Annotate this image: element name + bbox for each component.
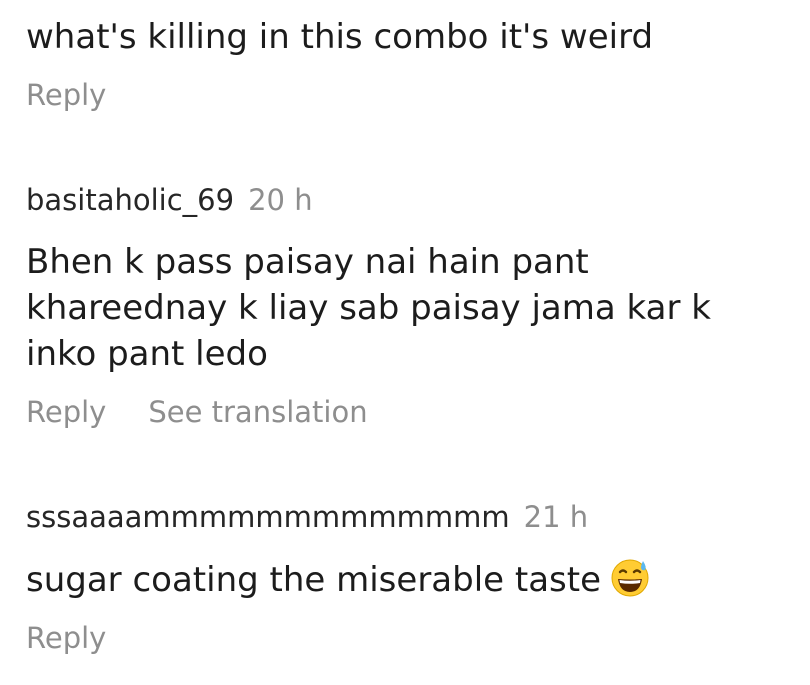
comment-timestamp: 20 h	[248, 183, 313, 217]
comment-text-line: inko pant ledo	[26, 334, 268, 374]
comment-username[interactable]: basitaholic_69	[26, 183, 234, 217]
comment-timestamp: 21 h	[523, 500, 589, 534]
comment-text: what's killing in this combo it's weird	[26, 17, 654, 57]
comment-item: what's killing in this combo it's weird …	[26, 14, 790, 113]
comment-text: sugar coating the miserable taste	[26, 556, 790, 603]
comment-actions: Reply	[26, 620, 790, 656]
comment-actions: Reply See translation	[26, 394, 790, 430]
reply-button[interactable]: Reply	[26, 620, 106, 656]
comment-username[interactable]: sssaaaammmmmmmmmmmmm	[26, 500, 510, 534]
comment-actions: Reply	[26, 77, 790, 113]
comment-item: basitaholic_69 20 h Bhen k pass paisay na…	[26, 182, 790, 430]
comment-text-body: sugar coating the miserable taste	[26, 560, 602, 600]
grinning-face-with-sweat-icon	[609, 556, 651, 598]
comment-text-line: Bhen k pass paisay nai hain pant	[26, 242, 589, 282]
comment-text: Bhen k pass paisay nai hain pant khareed…	[26, 239, 790, 377]
reply-button[interactable]: Reply	[26, 394, 106, 430]
comment-item: sssaaaammmmmmmmmmmmm 21 h sugar coating t…	[26, 499, 790, 656]
comment-header: sssaaaammmmmmmmmmmmm 21 h	[26, 499, 790, 535]
see-translation-button[interactable]: See translation	[148, 394, 367, 430]
comment-header: basitaholic_69 20 h	[26, 182, 790, 218]
reply-button[interactable]: Reply	[26, 77, 106, 113]
comment-text-line: khareednay k liay sab paisay jama kar k	[26, 288, 711, 328]
